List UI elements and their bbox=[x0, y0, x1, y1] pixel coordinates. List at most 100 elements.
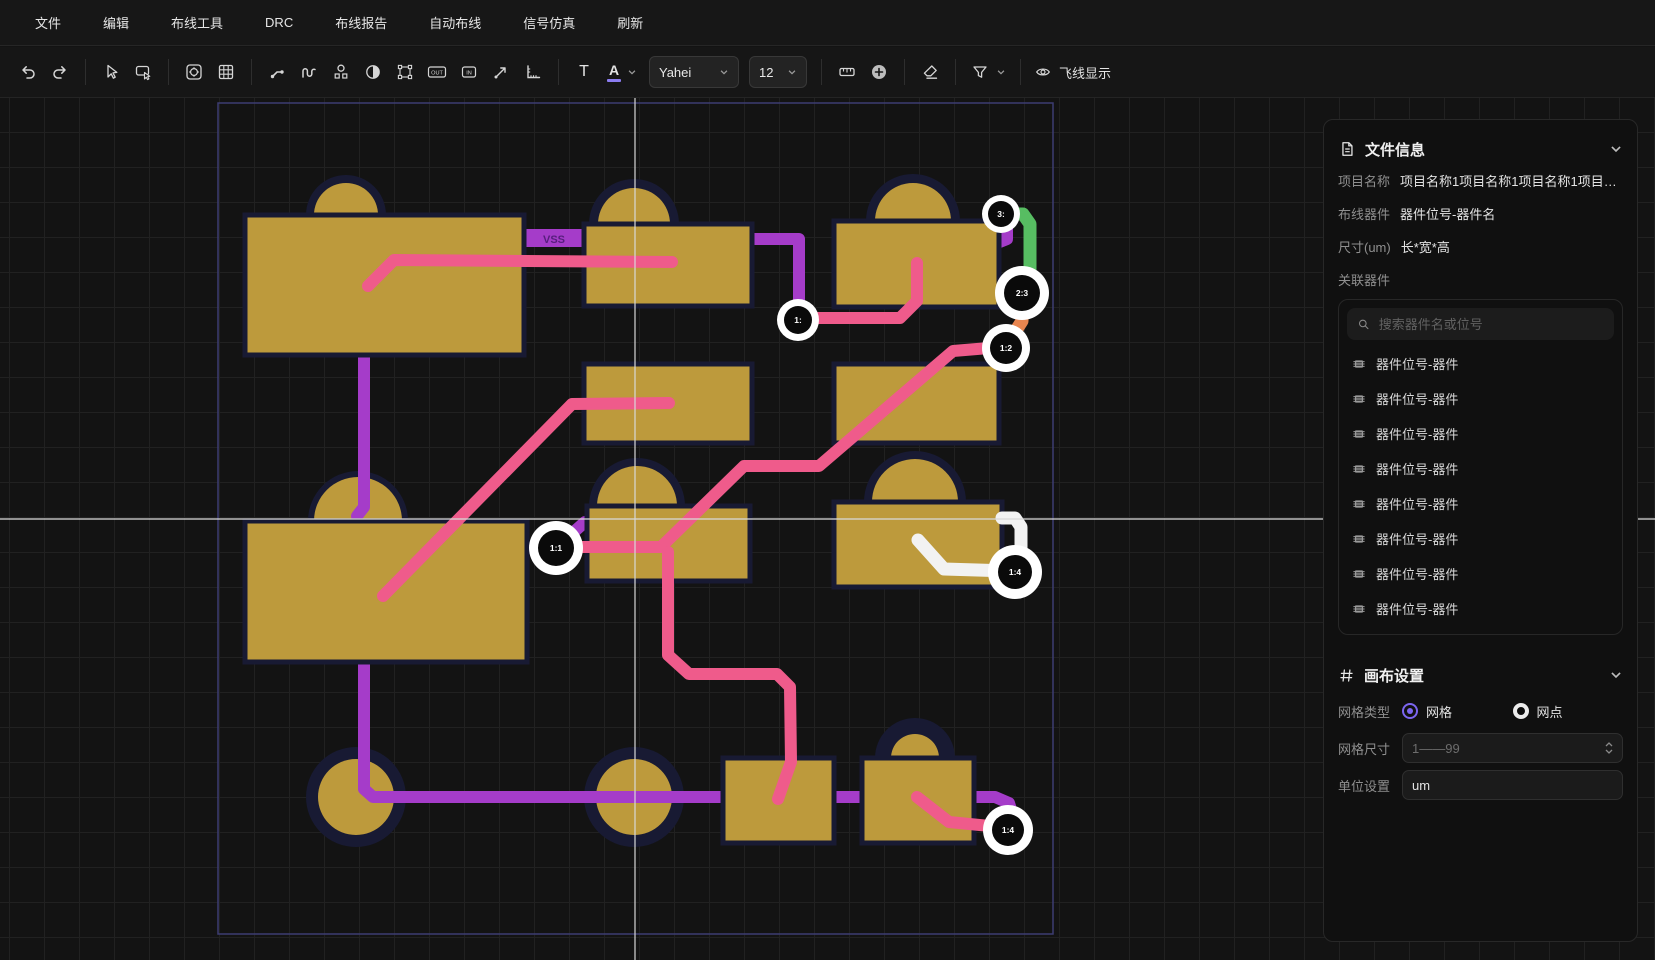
menu-item[interactable]: DRC bbox=[244, 0, 314, 46]
font-color-button[interactable]: A bbox=[600, 56, 644, 88]
toolbar-divider bbox=[85, 59, 86, 85]
menu-item[interactable]: 布线报告 bbox=[314, 0, 408, 46]
info-label: 尺寸(um) bbox=[1338, 237, 1391, 256]
filter-icon bbox=[970, 62, 990, 82]
cursor-box-icon bbox=[133, 62, 153, 82]
in-port-icon: IN bbox=[459, 62, 479, 82]
component-search-input[interactable] bbox=[1379, 317, 1604, 332]
menu-item[interactable]: 编辑 bbox=[82, 0, 150, 46]
selection-region-button[interactable] bbox=[389, 56, 421, 88]
grid-size-field[interactable] bbox=[1402, 733, 1623, 763]
route-icon bbox=[267, 62, 287, 82]
hash-grid-icon bbox=[1338, 667, 1355, 684]
component-list-label: 器件位号-器件 bbox=[1376, 424, 1458, 443]
chip-icon bbox=[1351, 496, 1367, 512]
stepper-up-icon[interactable] bbox=[1605, 742, 1613, 747]
component-list-item[interactable]: 器件位号-器件 bbox=[1347, 451, 1614, 486]
component-search[interactable] bbox=[1347, 308, 1614, 340]
menu-item[interactable]: 文件 bbox=[14, 0, 82, 46]
component-list-label: 器件位号-器件 bbox=[1376, 564, 1458, 583]
component-list-item[interactable]: 器件位号-器件 bbox=[1347, 381, 1614, 416]
meander-tool-button[interactable] bbox=[293, 56, 325, 88]
toolbar-divider bbox=[168, 59, 169, 85]
flywire-display-toggle[interactable]: 飞线显示 bbox=[1034, 63, 1111, 82]
in-port-button[interactable]: IN bbox=[453, 56, 485, 88]
stepper-down-icon[interactable] bbox=[1605, 749, 1613, 754]
target-icon bbox=[184, 62, 204, 82]
component-list-label: 器件位号-器件 bbox=[1376, 494, 1458, 513]
font-size-select[interactable]: 12 bbox=[749, 56, 807, 88]
toolbar-divider bbox=[1020, 59, 1021, 85]
menu-item[interactable]: 自动布线 bbox=[408, 0, 502, 46]
menu-item[interactable]: 刷新 bbox=[596, 0, 664, 46]
info-row: 布线器件 器件位号-器件名 bbox=[1338, 198, 1623, 229]
info-row: 尺寸(um) 长*宽*高 bbox=[1338, 231, 1623, 262]
grid-type-label: 网格类型 bbox=[1338, 702, 1402, 721]
stepper-control[interactable] bbox=[1605, 742, 1613, 754]
text-tool-button[interactable]: T bbox=[568, 56, 600, 88]
document-icon bbox=[1338, 140, 1356, 158]
menu-item[interactable]: 信号仿真 bbox=[502, 0, 596, 46]
corner-ruler-icon bbox=[523, 62, 543, 82]
collapse-chevron-icon[interactable] bbox=[1609, 668, 1623, 682]
info-label: 项目名称 bbox=[1338, 171, 1390, 190]
filter-button[interactable] bbox=[965, 56, 1011, 88]
add-button[interactable] bbox=[863, 56, 895, 88]
chip-icon bbox=[1351, 531, 1367, 547]
component-list-item[interactable]: 器件位号-器件 bbox=[1347, 416, 1614, 451]
eraser-icon bbox=[920, 62, 940, 82]
h-ruler-icon bbox=[837, 62, 857, 82]
undo-button[interactable] bbox=[12, 56, 44, 88]
select-tool-button[interactable] bbox=[95, 56, 127, 88]
file-info-title: 文件信息 bbox=[1365, 139, 1609, 160]
toolbar-divider bbox=[904, 59, 905, 85]
collapse-chevron-icon[interactable] bbox=[1609, 142, 1623, 156]
redo-button[interactable] bbox=[44, 56, 76, 88]
eraser-button[interactable] bbox=[914, 56, 946, 88]
toolbar: OUT IN T A Yahei 12 bbox=[0, 47, 1655, 98]
grid-type-option-dots[interactable]: 网点 bbox=[1513, 702, 1624, 721]
canvas-settings-title: 画布设置 bbox=[1364, 665, 1609, 686]
component-list-item[interactable]: 器件位号-器件 bbox=[1347, 591, 1614, 626]
chip-icon bbox=[1351, 601, 1367, 617]
info-value: 项目名称1项目名称1项目名称1项目名称1项目名称1 bbox=[1400, 171, 1623, 190]
chevron-down-icon bbox=[787, 67, 797, 77]
component-list-item[interactable]: 器件位号-器件 bbox=[1347, 346, 1614, 381]
grid-size-input[interactable] bbox=[1412, 741, 1601, 756]
out-port-icon: OUT bbox=[426, 62, 448, 82]
grid-toggle-button[interactable] bbox=[210, 56, 242, 88]
info-row: 关联器件 bbox=[1338, 264, 1623, 295]
component-list-item[interactable]: 器件位号-器件 bbox=[1347, 486, 1614, 521]
font-family-value: Yahei bbox=[659, 65, 691, 80]
properties-panel: 文件信息 项目名称 项目名称1项目名称1项目名称1项目名称1项目名称1 布线器件… bbox=[1323, 119, 1638, 942]
chevron-down-icon bbox=[719, 67, 729, 77]
unit-input[interactable] bbox=[1412, 778, 1613, 793]
component-list-label: 器件位号-器件 bbox=[1376, 599, 1458, 618]
redo-icon bbox=[50, 62, 70, 82]
ruler-horizontal-button[interactable] bbox=[831, 56, 863, 88]
toolbar-divider bbox=[558, 59, 559, 85]
radio-selected-icon[interactable] bbox=[1402, 703, 1418, 719]
component-list-label: 器件位号-器件 bbox=[1376, 389, 1458, 408]
measure-tool-button[interactable] bbox=[485, 56, 517, 88]
plus-circle-icon bbox=[869, 62, 889, 82]
ruler-corner-button[interactable] bbox=[517, 56, 549, 88]
font-color-icon: A bbox=[607, 63, 621, 82]
font-family-select[interactable]: Yahei bbox=[649, 56, 739, 88]
pad-stack-tool-button[interactable] bbox=[325, 56, 357, 88]
radio-unselected-icon[interactable] bbox=[1513, 703, 1529, 719]
toolbar-divider bbox=[251, 59, 252, 85]
component-list-item[interactable]: 器件位号-器件 bbox=[1347, 556, 1614, 591]
file-info-header: 文件信息 bbox=[1338, 135, 1623, 163]
layer-contrast-button[interactable] bbox=[357, 56, 389, 88]
out-port-button[interactable]: OUT bbox=[421, 56, 453, 88]
menu-item[interactable]: 布线工具 bbox=[150, 0, 244, 46]
route-tool-button[interactable] bbox=[261, 56, 293, 88]
toolbar-divider bbox=[955, 59, 956, 85]
component-list-label: 器件位号-器件 bbox=[1376, 459, 1458, 478]
grid-type-option-grid[interactable]: 网格 bbox=[1402, 702, 1513, 721]
drag-select-tool-button[interactable] bbox=[127, 56, 159, 88]
origin-target-button[interactable] bbox=[178, 56, 210, 88]
unit-field[interactable] bbox=[1402, 770, 1623, 800]
component-list-item[interactable]: 器件位号-器件 bbox=[1347, 521, 1614, 556]
